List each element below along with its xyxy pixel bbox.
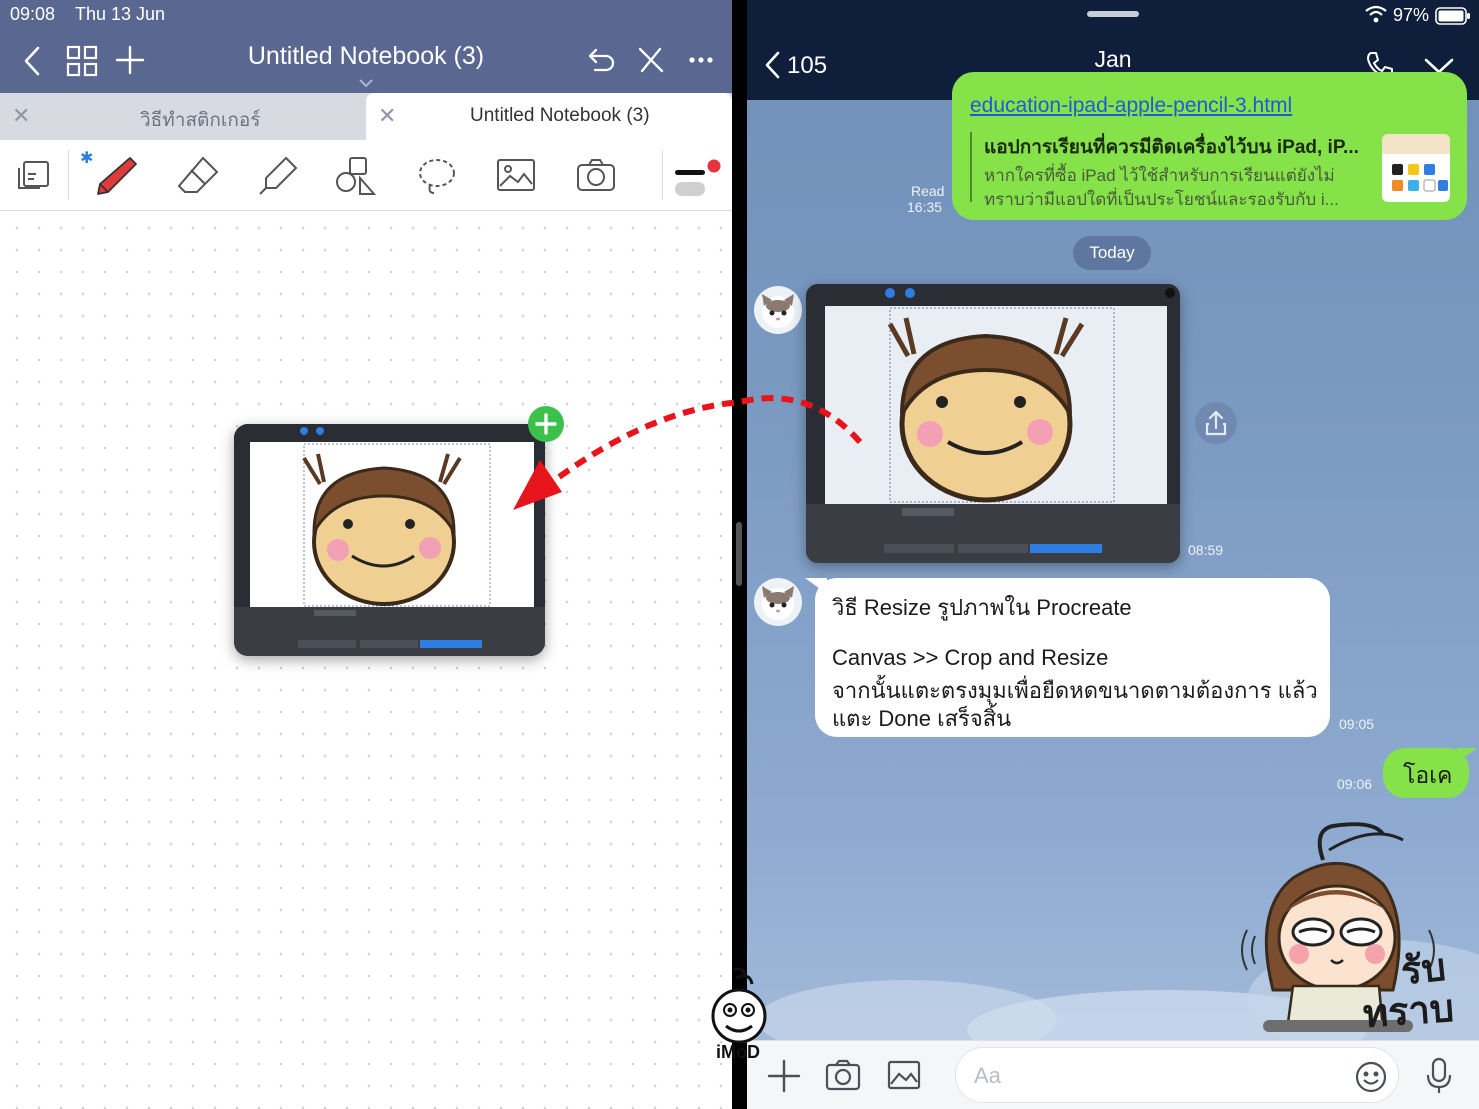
image-icon[interactable] (496, 158, 536, 194)
link-preview-bubble[interactable]: education-ipad-apple-pencil-3.html แอปกา… (952, 72, 1467, 220)
tab-sticker-howto[interactable]: ✕ วิธีทำสติกเกอร์ (0, 93, 366, 140)
preview-title: แอปการเรียนที่ควรมีติดเครื่องไว้บน iPad,… (984, 137, 1359, 158)
message-composer: Aa (747, 1040, 1479, 1109)
plus-icon[interactable] (767, 1059, 801, 1093)
chat-app: 97% 105 Jan education-ipad-apple-pencil-… (747, 0, 1479, 1109)
imod-watermark: iMoD (706, 966, 770, 1066)
more-icon[interactable] (688, 52, 714, 68)
watermark-text: iMoD (716, 1042, 760, 1062)
microphone-icon[interactable] (1425, 1057, 1453, 1095)
bubble-tail (805, 578, 827, 594)
notes-header: 09:08 Thu 13 Jun Untitled Notebook (3) (0, 0, 732, 93)
avatar[interactable] (754, 286, 802, 334)
add-page-icon[interactable] (115, 45, 145, 75)
multitask-grabber[interactable] (1087, 11, 1139, 17)
message-text: โอเค (1403, 762, 1453, 788)
bubble-tail (1457, 748, 1477, 762)
sticker-text: ทราบ (1361, 987, 1456, 1037)
input-placeholder: Aa (974, 1063, 1001, 1088)
drag-arrow (513, 395, 863, 510)
unread-count[interactable]: 105 (787, 52, 827, 80)
date-divider: Today (1073, 236, 1151, 270)
notebook-title[interactable]: Untitled Notebook (3) (200, 42, 532, 71)
dragged-image-thumbnail[interactable] (234, 424, 545, 656)
avatar[interactable] (754, 578, 802, 626)
battery-percent: 97% (1393, 5, 1430, 25)
back-chevron-icon[interactable] (20, 46, 46, 76)
wifi-icon (1365, 5, 1387, 23)
status-date: Thu 13 Jun (75, 4, 166, 24)
status-time: 09:08 (10, 4, 56, 24)
eraser-icon[interactable] (175, 154, 221, 198)
close-tab-icon[interactable]: ✕ (378, 103, 396, 129)
chat-title[interactable]: Jan (1063, 46, 1163, 73)
message-line: Canvas >> Crop and Resize (832, 645, 1109, 670)
message-time: 09:06 (1337, 776, 1373, 792)
quote-bar (970, 132, 972, 202)
highlighter-icon[interactable] (256, 154, 300, 198)
image-icon[interactable] (887, 1060, 921, 1090)
read-time: 16:35 (907, 199, 943, 215)
tab-untitled-notebook[interactable]: ✕ Untitled Notebook (3) (366, 93, 732, 140)
tab-bar: ✕ วิธีทำสติกเกอร์ ✕ Untitled Notebook (3… (0, 93, 732, 140)
undo-icon[interactable] (587, 46, 617, 74)
message-bubble-received[interactable]: วิธี Resize รูปภาพใน Procreate Canvas >>… (815, 578, 1330, 737)
back-chevron-icon[interactable] (763, 50, 783, 80)
message-line: แตะ Done เสร็จสิ้น (832, 706, 1012, 731)
preview-thumbnail (1382, 134, 1450, 202)
preview-desc-1: หากใครที่ซื้อ iPad ไว้ใช้สำหรับการเรียนแ… (984, 166, 1335, 185)
tab-label: วิธีทำสติกเกอร์ (140, 110, 261, 131)
toolbar-divider (68, 150, 69, 200)
image-time: 08:59 (1188, 542, 1224, 558)
camera-icon[interactable] (825, 1059, 861, 1091)
battery-icon (1435, 7, 1471, 25)
pen-settings-icon[interactable] (672, 156, 722, 200)
close-tab-icon[interactable]: ✕ (12, 103, 30, 129)
shapes-icon[interactable] (334, 154, 378, 198)
grid-view-icon[interactable] (66, 45, 98, 77)
pen-icon[interactable] (94, 152, 140, 198)
page-view-icon[interactable] (16, 158, 52, 192)
read-label: Read (911, 183, 945, 199)
notebook-canvas[interactable] (0, 211, 732, 1109)
preview-desc-2: ทราบว่ามีแอปใดที่เป็นประโยชน์และรองรับกั… (984, 190, 1339, 209)
toolbar-divider (662, 150, 663, 200)
tool-bar: ✱ (0, 140, 732, 211)
split-handle[interactable] (736, 522, 742, 586)
split-divider[interactable] (732, 0, 747, 1109)
notes-app: 09:08 Thu 13 Jun Untitled Notebook (3) ✕… (0, 0, 732, 1109)
emoji-icon[interactable] (1354, 1060, 1388, 1094)
share-icon[interactable] (1195, 402, 1237, 444)
pen-off-icon[interactable] (636, 45, 666, 75)
title-chevron-icon[interactable] (358, 78, 374, 88)
tab-label: Untitled Notebook (3) (470, 105, 650, 126)
sticker[interactable]: รับ ทราบ (1233, 820, 1467, 1036)
bluetooth-icon: ✱ (80, 150, 94, 167)
message-input[interactable]: Aa (955, 1047, 1399, 1103)
lasso-icon[interactable] (416, 155, 458, 197)
camera-icon[interactable] (576, 158, 616, 192)
link-text[interactable]: education-ipad-apple-pencil-3.html (970, 94, 1292, 118)
message-time: 09:05 (1339, 716, 1375, 732)
message-line: วิธี Resize รูปภาพใน Procreate (832, 595, 1132, 620)
